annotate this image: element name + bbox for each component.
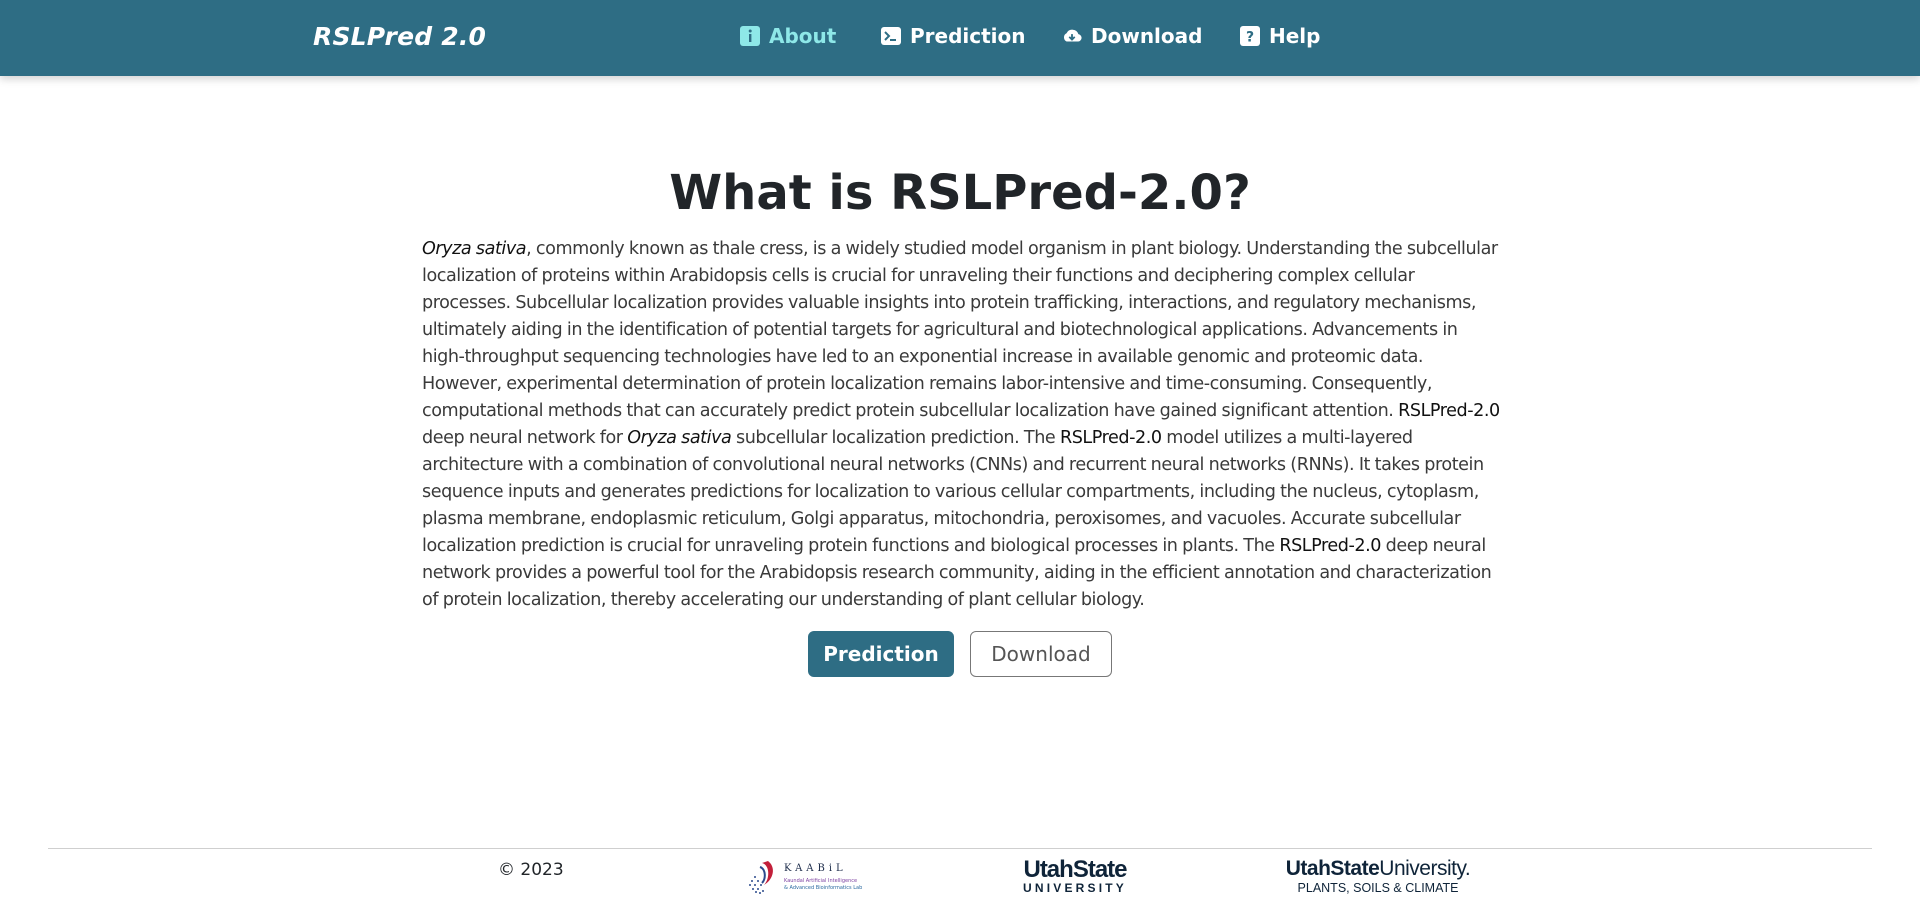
kaabil-wordmark: KAABiL (784, 863, 847, 874)
nav-label-help: Help (1269, 24, 1321, 48)
nav-label-prediction: Prediction (910, 24, 1026, 48)
utah-state-university-logo[interactable]: UtahState UNIVERSITY (1012, 855, 1138, 895)
usu-wordmark: UtahState (1023, 856, 1127, 883)
usu-psc-wordmark: UtahStateUniversity. (1286, 857, 1471, 880)
top-navbar: RSLPred 2.0 About Prediction Download ? … (0, 0, 1920, 76)
nav-item-help[interactable]: ? Help (1240, 24, 1320, 48)
kaabil-lab-logo[interactable]: KAABiL Kaundal Artificial Intelligence &… (746, 855, 874, 897)
prediction-button[interactable]: Prediction (808, 631, 954, 677)
species-name: Oryza sativa (627, 428, 732, 448)
terminal-icon (881, 26, 901, 46)
nav-label-download: Download (1091, 24, 1203, 48)
tool-name: RSLPred-2.0 (1398, 401, 1500, 421)
nav-item-prediction[interactable]: Prediction (881, 24, 1026, 48)
kaabil-subtitle: & Advanced Bioinformatics Lab (784, 885, 862, 891)
tool-name: RSLPred-2.0 (1279, 536, 1382, 556)
text-segment: , commonly known as thale cress, is a wi… (422, 239, 1498, 421)
page-title: What is RSLPred-2.0? (669, 165, 1251, 221)
svg-text:?: ? (1246, 30, 1254, 46)
footer-divider (48, 848, 1872, 849)
cloud-download-icon (1062, 26, 1082, 46)
tool-name: RSLPred-2.0 (1059, 428, 1162, 448)
nav-label-about: About (769, 24, 837, 48)
species-name: Oryza sativa (422, 239, 527, 259)
usu-plants-soils-climate-logo[interactable]: UtahStateUniversity. PLANTS, SOILS & CLI… (1272, 855, 1484, 899)
download-button[interactable]: Download (970, 631, 1112, 677)
question-icon: ? (1240, 26, 1260, 46)
about-paragraph: Oryza sativa, commonly known as thale cr… (422, 236, 1500, 614)
kaabil-subtitle: Kaundal Artificial Intelligence (784, 878, 857, 884)
nav-item-download[interactable]: Download (1062, 24, 1202, 48)
copyright-text: © 2023 (498, 860, 564, 880)
text-segment: subcellular localization prediction. The (731, 428, 1060, 448)
info-icon (740, 26, 760, 46)
usu-department: PLANTS, SOILS & CLIMATE (1298, 881, 1459, 895)
brand-logo[interactable]: RSLPred 2.0 (313, 22, 486, 51)
usu-wordmark-sub: UNIVERSITY (1023, 881, 1127, 895)
nav-item-about[interactable]: About (740, 24, 836, 48)
text-segment: deep neural network for (422, 428, 628, 448)
